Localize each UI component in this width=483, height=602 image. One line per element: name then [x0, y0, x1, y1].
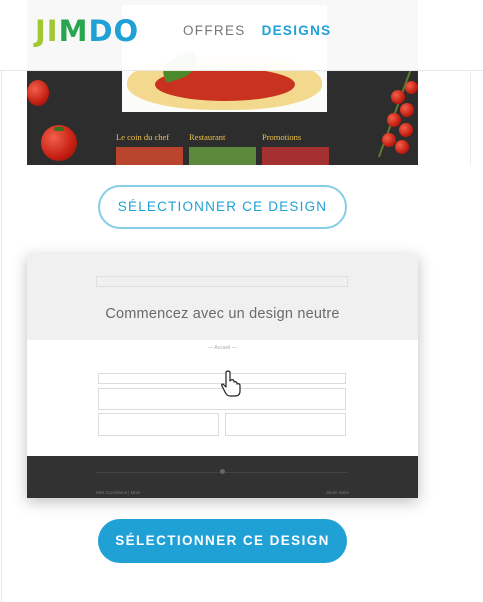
neutral-nav-placeholder: — Accueil — — [208, 345, 237, 351]
neutral-header: Commencez avec un design neutre — [27, 254, 418, 340]
logo-letter: J — [35, 14, 47, 48]
select-design-button[interactable]: SÉLECTIONNER CE DESIGN — [98, 185, 347, 229]
next-card-edge — [470, 70, 471, 165]
site-header: J I M D O OFFRES DESIGNS — [0, 0, 483, 71]
logo-placeholder — [96, 276, 348, 287]
neutral-design-title: Commencez avec un design neutre — [105, 306, 340, 322]
footer-left-text: Mes Conditions | Mise — [96, 490, 141, 495]
cherry-tomato-image — [382, 133, 396, 147]
hand-pointer-icon — [221, 370, 241, 397]
nav-offres[interactable]: OFFRES — [183, 23, 246, 38]
cherry-tomato-image — [405, 81, 418, 94]
cherry-tomato-image — [395, 140, 409, 154]
menu-item-chef: Le coin du chef — [116, 132, 170, 142]
nav-designs[interactable]: DESIGNS — [262, 23, 332, 38]
menu-item-restaurant: Restaurant — [189, 132, 226, 142]
jimdo-logo[interactable]: J I M D O — [35, 16, 139, 46]
logo-letter: O — [113, 14, 140, 48]
select-neutral-design-button[interactable]: SÉLECTIONNER CE DESIGN — [98, 519, 347, 563]
footer-dot — [220, 469, 225, 474]
chef-thumbnail — [116, 147, 183, 165]
cherry-tomato-image — [387, 113, 401, 127]
cherry-tomato-image — [391, 90, 405, 104]
cherry-tomato-image — [400, 103, 414, 117]
content-placeholder — [225, 413, 346, 436]
restaurant-thumbnail — [189, 147, 256, 165]
tomato-stem — [54, 127, 64, 131]
logo-letter: I — [46, 14, 59, 48]
logo-letter: M — [58, 14, 89, 48]
menu-item-promotions: Promotions — [262, 132, 302, 142]
neutral-footer: Mes Conditions | Mise Jimdo Seite — [27, 456, 418, 498]
page-border — [1, 0, 2, 602]
cherry-tomato-image — [399, 123, 413, 137]
promotions-thumbnail — [262, 147, 329, 165]
content-placeholder — [98, 413, 219, 436]
tomato-image — [27, 80, 49, 106]
main-nav: OFFRES DESIGNS — [183, 23, 331, 38]
logo-letter: D — [88, 14, 114, 48]
footer-right-text: Jimdo Seite — [325, 490, 349, 495]
